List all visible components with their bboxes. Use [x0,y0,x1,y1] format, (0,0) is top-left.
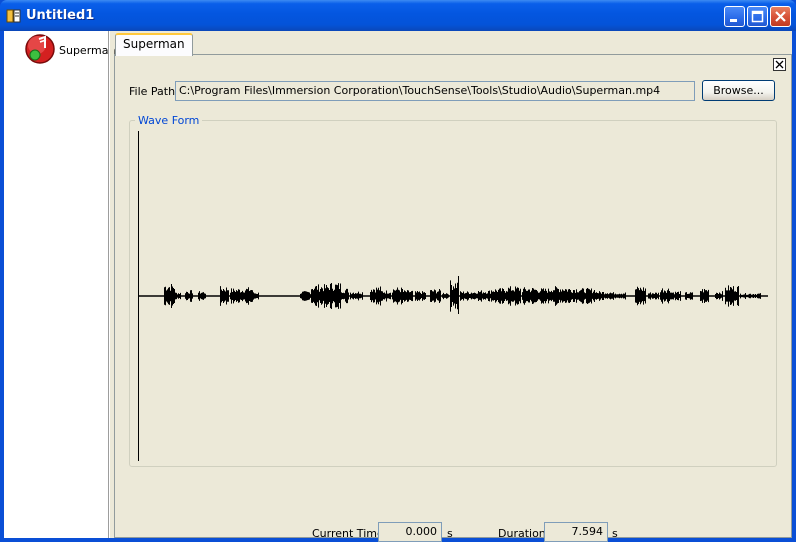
file-path-label: File Path [129,85,176,98]
maximize-button[interactable] [747,6,768,27]
window-title: Untitled1 [26,8,95,23]
minimize-button[interactable] [724,6,745,27]
file-path-field[interactable]: C:\Program Files\Immersion Corporation\T… [175,81,695,101]
duration-field[interactable]: 7.594 [544,522,608,542]
tab-page: File Path C:\Program Files\Immersion Cor… [114,54,792,542]
waveform-group [129,120,777,467]
waveform-plot [138,131,768,461]
app-icon [6,9,21,23]
audio-effect-icon [25,34,55,64]
minimize-icon [730,19,737,22]
current-time-label: Current Time [312,527,384,540]
maximize-icon [751,10,764,23]
close-icon [775,60,784,69]
current-time-field[interactable]: 0.000 [378,522,442,542]
waveform-trace [164,276,761,314]
tree-item-label: Superman [59,44,116,57]
tree-panel: Superman [4,31,115,538]
duration-label: Duration [498,527,546,540]
duration-unit: s [612,527,618,540]
client-area: Superman Superman File Path C:\Program F… [4,31,792,542]
current-time-unit: s [447,527,453,540]
tab-superman[interactable]: Superman [115,33,193,56]
close-icon [775,11,786,22]
app-window: Untitled1 Superman Superman File Path C:… [0,0,796,542]
tree-item-superman[interactable]: Superman [24,33,115,65]
waveform-group-label: Wave Form [135,114,203,127]
browse-button[interactable]: Browse... [702,80,775,101]
close-button[interactable] [770,6,791,27]
title-bar[interactable]: Untitled1 [0,0,796,31]
close-tab-button[interactable] [773,58,786,71]
